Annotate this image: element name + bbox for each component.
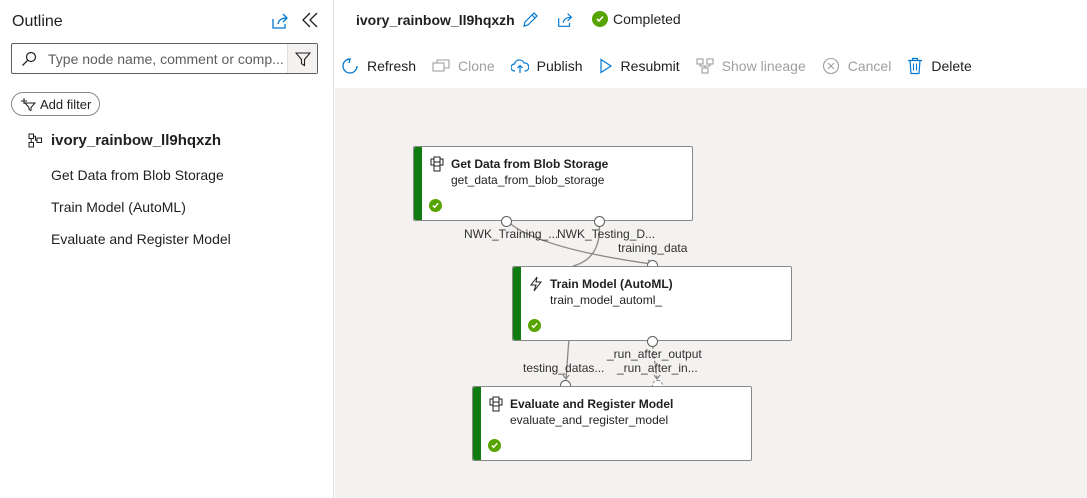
lineage-icon xyxy=(696,58,714,74)
show-lineage-button[interactable]: Show lineage xyxy=(696,58,806,74)
completed-check-icon xyxy=(488,439,501,452)
cancel-label: Cancel xyxy=(847,58,892,74)
tree-root-pipeline[interactable]: ivory_rainbow_ll9hqxzh xyxy=(28,132,221,149)
refresh-icon xyxy=(342,58,358,74)
clone-button[interactable]: Clone xyxy=(432,58,495,74)
clone-icon xyxy=(432,59,450,72)
outline-item-train-model[interactable]: Train Model (AutoML) xyxy=(51,199,186,215)
pipeline-icon xyxy=(28,133,42,148)
delete-button[interactable]: Delete xyxy=(907,57,972,75)
delete-label: Delete xyxy=(931,58,972,74)
show-lineage-label: Show lineage xyxy=(721,58,806,74)
run-status-label: Completed xyxy=(613,11,681,27)
outline-item-evaluate[interactable]: Evaluate and Register Model xyxy=(51,231,231,247)
port-label-run-after-output: _run_after_output xyxy=(607,347,702,361)
publish-icon xyxy=(510,59,529,73)
share-icon[interactable] xyxy=(270,11,290,31)
search-input[interactable] xyxy=(48,48,288,70)
filter-icon xyxy=(294,51,311,66)
cancel-icon xyxy=(822,57,839,75)
node-title: Train Model (AutoML) xyxy=(550,277,673,291)
node-subtitle: evaluate_and_register_model xyxy=(510,413,669,427)
output-port-training[interactable] xyxy=(501,216,512,227)
share-run-icon[interactable] xyxy=(556,11,574,29)
port-label-testing: NWK_Testing_D... xyxy=(557,227,656,241)
automl-icon xyxy=(530,276,543,292)
run-header: ivory_rainbow_ll9hqxzh Completed Refresh xyxy=(335,0,1087,88)
node-title: Evaluate and Register Model xyxy=(510,397,674,411)
output-port-run-after[interactable] xyxy=(647,336,658,347)
search-box xyxy=(11,43,318,74)
filter-button[interactable] xyxy=(287,44,317,73)
node-evaluate[interactable]: Evaluate and Register Model evaluate_and… xyxy=(472,386,752,461)
publish-label: Publish xyxy=(536,58,583,74)
completed-icon xyxy=(592,11,608,27)
node-title: Get Data from Blob Storage xyxy=(451,157,609,171)
outline-title: Outline xyxy=(12,13,63,30)
port-label-testing-datas: testing_datas... xyxy=(523,361,605,375)
toolbar: Refresh Clone Publish Resubmit Show line… xyxy=(341,55,988,77)
python-script-icon xyxy=(430,156,444,172)
node-subtitle: train_model_automl_ xyxy=(550,293,663,307)
pipeline-canvas[interactable]: Get Data from Blob Storage get_data_from… xyxy=(335,88,1087,498)
delete-icon xyxy=(908,57,923,75)
refresh-button[interactable]: Refresh xyxy=(341,57,416,75)
run-name: ivory_rainbow_ll9hqxzh xyxy=(356,12,515,28)
node-train-model[interactable]: Train Model (AutoML) train_model_automl_ xyxy=(512,266,792,341)
outline-item-get-data[interactable]: Get Data from Blob Storage xyxy=(51,167,224,183)
completed-check-icon xyxy=(528,319,541,332)
port-label-run-after-in: _run_after_in... xyxy=(617,361,698,375)
add-filter-icon xyxy=(21,98,36,111)
node-get-data[interactable]: Get Data from Blob Storage get_data_from… xyxy=(413,146,693,221)
tree-root-label: ivory_rainbow_ll9hqxzh xyxy=(51,132,222,149)
node-subtitle: get_data_from_blob_storage xyxy=(451,173,605,187)
node-status-bar xyxy=(414,147,422,220)
port-label-training: NWK_Training_... xyxy=(464,227,559,241)
completed-check-icon xyxy=(429,199,442,212)
collapse-panel-icon[interactable] xyxy=(300,10,320,30)
edit-icon[interactable] xyxy=(521,11,539,29)
cancel-button[interactable]: Cancel xyxy=(822,57,892,75)
add-filter-button[interactable]: Add filter xyxy=(11,92,101,116)
add-filter-label: Add filter xyxy=(40,96,92,112)
search-icon xyxy=(22,51,37,66)
play-icon xyxy=(599,58,612,74)
clone-label: Clone xyxy=(458,58,495,74)
resubmit-label: Resubmit xyxy=(620,58,680,74)
run-status: Completed xyxy=(592,11,681,27)
outline-panel: Outline Add filter xyxy=(0,0,334,498)
node-status-bar xyxy=(513,267,521,340)
node-status-bar xyxy=(473,387,481,460)
port-label-training-data: training_data xyxy=(618,241,688,255)
refresh-label: Refresh xyxy=(367,58,417,74)
output-port-testing[interactable] xyxy=(594,216,605,227)
resubmit-button[interactable]: Resubmit xyxy=(599,58,680,74)
publish-button[interactable]: Publish xyxy=(510,58,583,74)
python-script-icon xyxy=(489,396,503,412)
